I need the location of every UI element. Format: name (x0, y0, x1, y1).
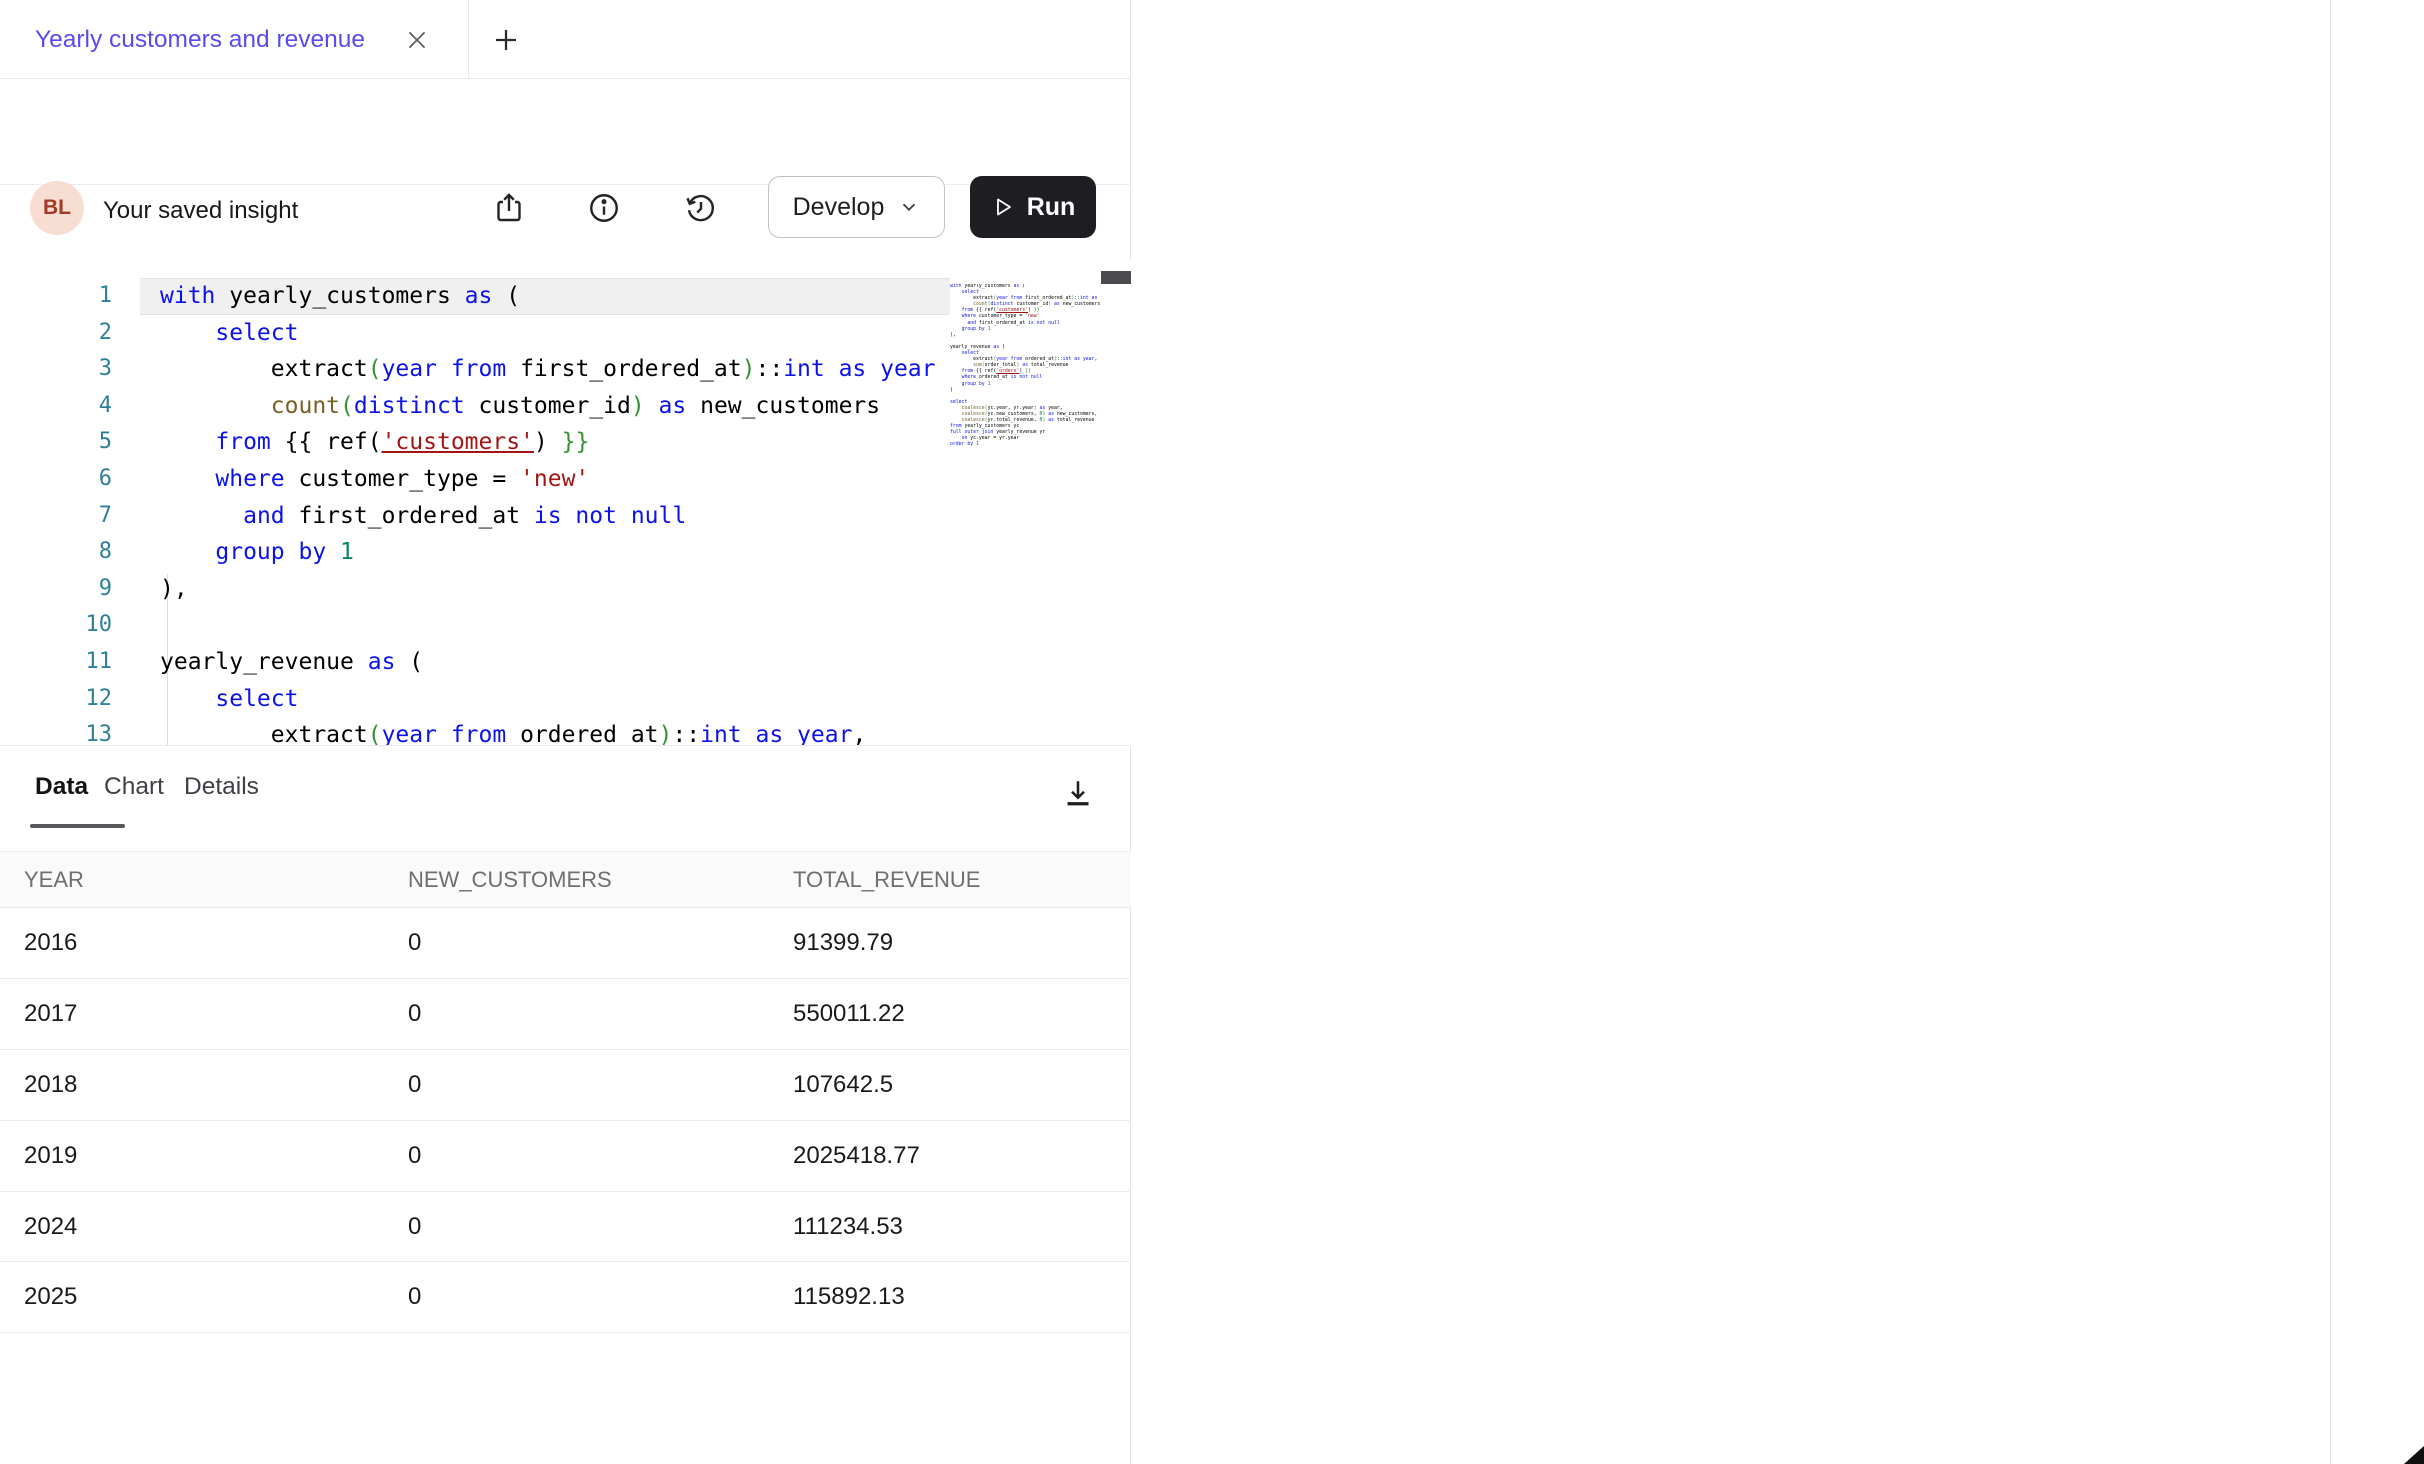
query-history-panel: Query history Status All Annual Customer… (1132, 0, 2330, 1464)
table-cell: 550011.22 (793, 979, 905, 1049)
tab-bar: Yearly customers and revenue (0, 0, 1131, 79)
code-line: group by 1 (160, 534, 950, 571)
table-row: 2016 0 91399.79 (0, 908, 1131, 979)
editor-scrollbar-thumb[interactable] (1101, 271, 1131, 284)
line-number: 11 (0, 644, 112, 681)
app-window: Yearly customers and revenue BL Your sav… (0, 0, 2424, 1464)
code-area[interactable]: with yearly_customers as ( select extrac… (160, 278, 950, 745)
column-header-total-revenue: TOTAL_REVENUE (793, 852, 980, 907)
table-cell: 107642.5 (793, 1050, 893, 1120)
code-line: where customer_type = 'new' (160, 461, 950, 498)
table-row: 2019 0 2025418.77 (0, 1121, 1131, 1192)
download-results-icon[interactable] (1060, 776, 1096, 812)
table-cell: 0 (408, 1050, 421, 1120)
table-row: 2024 0 111234.53 (0, 1192, 1131, 1263)
table-cell: 115892.13 (793, 1262, 905, 1332)
column-header-new-customers: NEW_CUSTOMERS (408, 852, 612, 907)
line-number: 10 (0, 607, 112, 644)
line-number: 3 (0, 351, 112, 388)
tab-close-icon[interactable] (398, 22, 436, 58)
tab-divider (468, 0, 469, 78)
table-cell: 0 (408, 979, 421, 1049)
table-row: 2025 0 115892.13 (0, 1262, 1131, 1333)
tab-yearly-customers[interactable]: Yearly customers and revenue (35, 0, 365, 79)
table-cell: 2017 (24, 979, 77, 1049)
line-number: 4 (0, 388, 112, 425)
tab-data[interactable]: Data (35, 746, 88, 828)
line-number: 13 (0, 717, 112, 745)
line-number: 9 (0, 571, 112, 608)
line-number: 12 (0, 681, 112, 718)
line-number: 5 (0, 424, 112, 461)
code-line: and first_ordered_at is not null (160, 498, 950, 535)
table-cell: 2024 (24, 1192, 77, 1262)
table-cell: 0 (408, 1192, 421, 1262)
status-row: Query completed in 4s Environment: PROD … (0, 185, 1131, 260)
table-cell: 91399.79 (793, 908, 893, 978)
code-line: extract(year from first_ordered_at)::int… (160, 351, 950, 388)
insight-header: BL Your saved insight Develop Run (0, 79, 1131, 185)
code-line: with yearly_customers as ( (160, 278, 950, 315)
code-line (160, 607, 950, 644)
table-row: 2017 0 550011.22 (0, 979, 1131, 1050)
line-number: 6 (0, 461, 112, 498)
editor-minimap[interactable]: with yearly_customers as ( select extrac… (950, 284, 1100, 449)
results-tab-bar: Data Chart Details (0, 745, 1131, 831)
table-cell: 0 (408, 908, 421, 978)
line-number: 7 (0, 498, 112, 535)
active-tab-underline (30, 824, 125, 828)
code-line: ), (160, 571, 950, 608)
table-cell: 2019 (24, 1121, 77, 1191)
results-table-body: 2016 0 91399.79 2017 0 550011.22 2018 0 107642.5… (0, 908, 1131, 1333)
editor-panel: Yearly customers and revenue BL Your sav… (0, 0, 1131, 1464)
right-toolbar (2330, 0, 2424, 1464)
tab-details[interactable]: Details (184, 746, 259, 828)
new-tab-button[interactable] (484, 18, 528, 62)
line-number: 8 (0, 534, 112, 571)
minimap-line: order by 1 (950, 442, 1100, 448)
code-line: select (160, 681, 950, 718)
table-row: 2018 0 107642.5 (0, 1050, 1131, 1121)
table-cell: 2025 (24, 1262, 77, 1332)
code-line: extract(year from ordered_at)::int as ye… (160, 717, 950, 745)
table-cell: 0 (408, 1121, 421, 1191)
table-cell: 2016 (24, 908, 77, 978)
table-cell: 2025418.77 (793, 1121, 920, 1191)
code-line: select (160, 315, 950, 352)
code-line: from {{ ref('customers') }} (160, 424, 950, 461)
line-number: 2 (0, 315, 112, 352)
code-line: yearly_revenue as ( (160, 644, 950, 681)
results-table-header: YEAR NEW_CUSTOMERS TOTAL_REVENUE (0, 851, 1131, 908)
table-cell: 2018 (24, 1050, 77, 1120)
column-header-year: YEAR (24, 852, 84, 907)
table-cell: 111234.53 (793, 1192, 903, 1262)
table-cell: 0 (408, 1262, 421, 1332)
line-number-gutter: 1234567891011121314151617181920212223242… (0, 278, 112, 745)
cursor-artifact (2402, 1444, 2424, 1464)
line-number: 1 (0, 278, 112, 315)
code-line: count(distinct customer_id) as new_custo… (160, 388, 950, 425)
tab-chart[interactable]: Chart (104, 746, 164, 828)
sql-editor[interactable]: 1234567891011121314151617181920212223242… (0, 260, 1131, 745)
